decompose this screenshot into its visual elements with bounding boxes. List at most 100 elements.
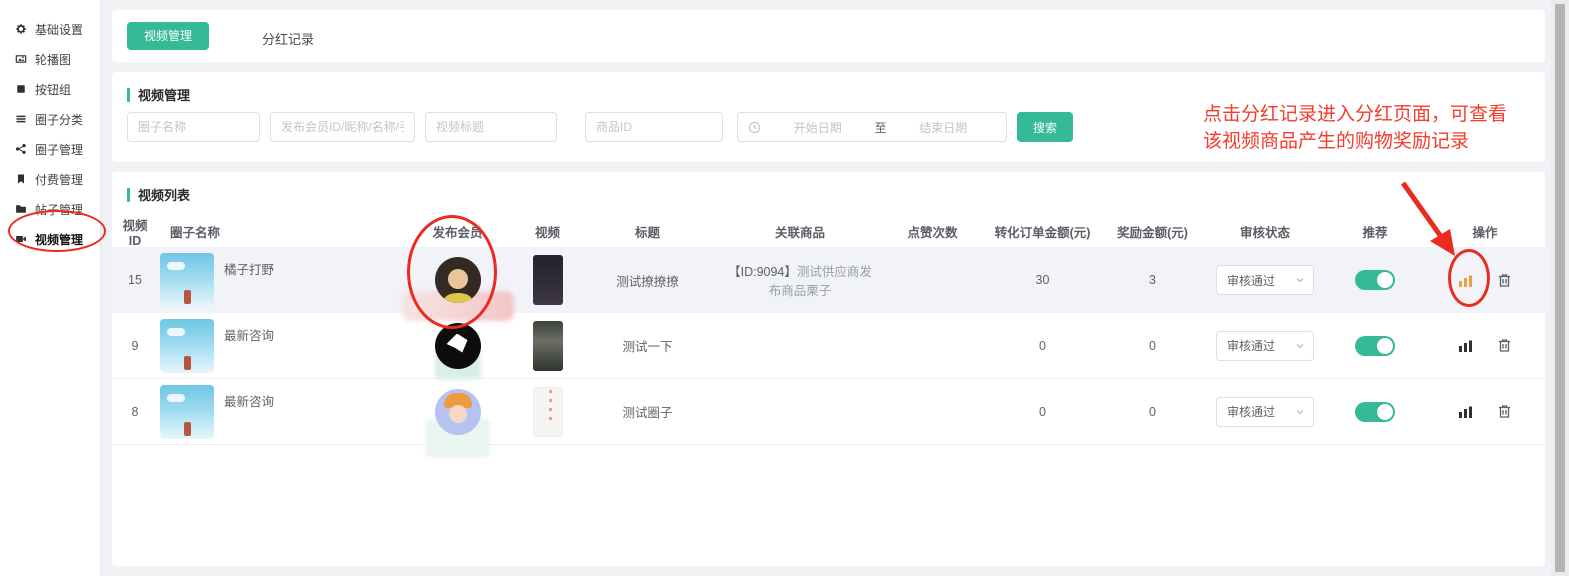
col-header: 圈子名称 [158,215,395,247]
sidebar-item-label: 按钮组 [35,81,71,98]
folder-icon [14,202,28,216]
sidebar-item-label: 圈子管理 [35,141,83,158]
col-header: 推荐 [1325,215,1425,247]
recommend-toggle[interactable] [1355,336,1395,356]
product-id-input[interactable] [585,112,723,142]
col-header: 操作 [1425,215,1545,247]
annotation-text: 点击分红记录进入分红页面，可查看 该视频商品产生的购物奖励记录 [1203,101,1563,155]
chevron-down-icon [1295,341,1305,351]
video-cell [520,247,575,313]
sidebar-item-post-management[interactable]: 帖子管理 [0,194,100,224]
circle-cell: 最新咨询 [158,313,395,378]
status-select[interactable]: 审核通过 [1216,331,1314,361]
likes-cell [880,247,985,313]
recommend-cell [1325,313,1425,378]
delete-icon[interactable] [1496,337,1513,354]
likes-cell [880,313,985,378]
chevron-down-icon [1295,275,1305,285]
member-cell [395,247,520,313]
status-select[interactable]: 审核通过 [1216,397,1314,427]
sidebar-item-carousel[interactable]: 轮播图 [0,44,100,74]
status-cell: 审核通过 [1205,313,1325,378]
likes-cell [880,379,985,444]
circle-name-input[interactable] [127,112,260,142]
circle-thumbnail [160,253,214,307]
circle-name: 最新咨询 [224,391,274,410]
tab-video-management[interactable]: 视频管理 [127,22,209,50]
video-thumbnail[interactable] [533,387,563,437]
annotation-line: 点击分红记录进入分红页面，可查看 [1203,101,1563,128]
annotation-line: 该视频商品产生的购物奖励记录 [1203,128,1563,155]
member-input[interactable] [270,112,415,142]
ops-cell [1425,313,1545,378]
col-header: 奖励金额(元) [1100,215,1205,247]
col-header: 点赞次数 [880,215,985,247]
col-header: 发布会员 [395,215,520,247]
dividend-chart-icon[interactable] [1457,337,1474,354]
sidebar-item-circle-management[interactable]: 圈子管理 [0,134,100,164]
product-id: 【ID:9094】 [728,265,797,279]
sidebar: 基础设置 轮播图 按钮组 圈子分类 圈子管理 付费管理 帖子管理 视频管理 [0,0,101,576]
circle-thumbnail [160,319,214,373]
video-title-input[interactable] [425,112,557,142]
ops-cell [1425,379,1545,444]
tabs-card: 视频管理 分红记录 [112,10,1545,62]
status-cell: 审核通过 [1205,247,1325,313]
table-section-title: 视频列表 [112,172,1545,204]
order-amount-cell: 30 [985,247,1100,313]
search-section-title: 视频管理 [112,72,1545,104]
bookmark-icon [14,172,28,186]
order-amount-cell: 0 [985,313,1100,378]
ops-cell [1425,247,1545,313]
list-icon [14,112,28,126]
chevron-down-icon [1295,407,1305,417]
product-cell [720,313,880,378]
circle-cell: 橘子打野 [158,247,395,313]
video-cell [520,313,575,378]
scrollbar-thumb[interactable] [1555,4,1565,572]
square-icon [14,82,28,96]
image-icon [14,52,28,66]
video-id-cell: 9 [112,313,158,378]
member-cell [395,313,520,378]
table-row: 8 最新咨询 测试圈子 0 0 审核通过 [112,379,1545,445]
product-cell [720,379,880,444]
recommend-toggle[interactable] [1355,270,1395,290]
col-header: 审核状态 [1205,215,1325,247]
sidebar-item-label: 付费管理 [35,171,83,188]
vertical-scrollbar[interactable] [1551,0,1569,576]
recommend-cell [1325,379,1425,444]
video-cell [520,379,575,444]
date-range-picker[interactable]: 开始日期 至 结束日期 [737,112,1007,142]
delete-icon[interactable] [1496,272,1513,289]
sidebar-item-circle-category[interactable]: 圈子分类 [0,104,100,134]
video-thumbnail[interactable] [533,321,563,371]
dividend-chart-icon[interactable] [1457,403,1474,420]
date-separator: 至 [871,119,891,136]
product-cell: 【ID:9094】测试供应商发布商品栗子 [720,247,880,313]
member-avatar [435,257,481,303]
circle-name: 最新咨询 [224,325,274,344]
search-button[interactable]: 搜索 [1017,112,1073,142]
tab-dividend-records[interactable]: 分红记录 [262,29,314,48]
recommend-cell [1325,247,1425,313]
dividend-chart-icon[interactable] [1457,272,1474,289]
col-header: 转化订单金额(元) [985,215,1100,247]
sidebar-item-payment-management[interactable]: 付费管理 [0,164,100,194]
title-cell: 测试一下 [575,313,720,378]
start-date-placeholder: 开始日期 [765,119,871,136]
sidebar-item-basic-settings[interactable]: 基础设置 [0,14,100,44]
green-bar-decor [127,188,130,202]
sidebar-item-label: 基础设置 [35,21,83,38]
circle-thumbnail [160,385,214,439]
sidebar-item-video-management[interactable]: 视频管理 [0,224,100,254]
title-cell: 测试圈子 [575,379,720,444]
video-thumbnail[interactable] [533,255,563,305]
gears-icon [14,22,28,36]
status-select[interactable]: 审核通过 [1216,265,1314,295]
video-id-cell: 15 [112,247,158,313]
recommend-toggle[interactable] [1355,402,1395,422]
reward-amount-cell: 0 [1100,313,1205,378]
delete-icon[interactable] [1496,403,1513,420]
sidebar-item-button-group[interactable]: 按钮组 [0,74,100,104]
